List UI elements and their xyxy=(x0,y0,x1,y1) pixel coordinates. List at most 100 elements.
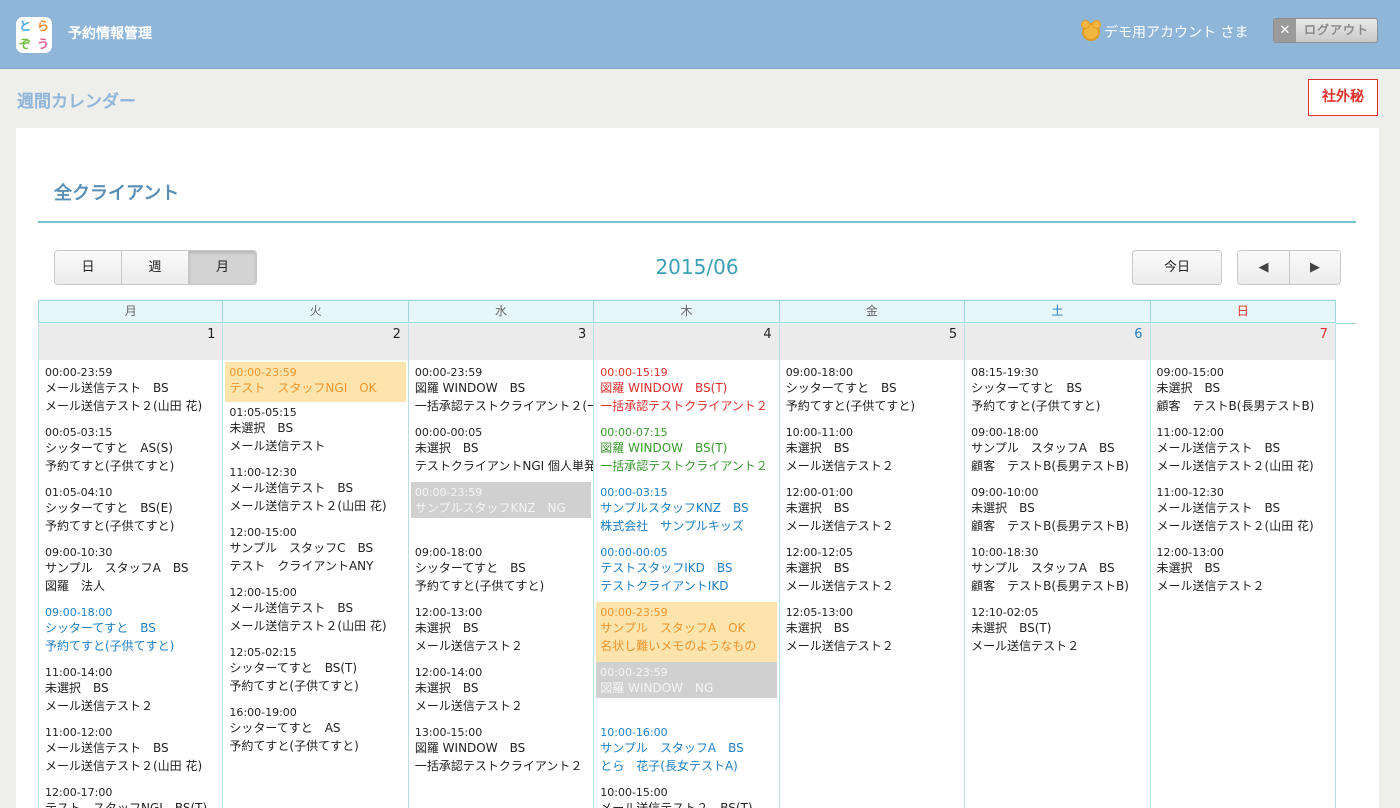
calendar-event[interactable]: 12:00-15:00 メール送信テスト BS メール送信テスト２(山田 花) xyxy=(223,582,407,642)
event-staff: シッターてすと BS(E) xyxy=(45,501,173,515)
calendar-event[interactable]: 10:00-15:00 メール送信テスト２ BS(T) xyxy=(594,782,778,808)
event-staff: 未選択 BS xyxy=(414,621,479,635)
view-week-button[interactable]: 週 xyxy=(122,251,189,284)
calendar-event[interactable]: 00:00-23:59 図羅 WINDOW NG xyxy=(596,662,777,698)
calendar-event[interactable]: 13:00-15:00 図羅 WINDOW BS 一括承認テストクライアント２ xyxy=(409,722,593,782)
calendar-event[interactable]: 00:00-23:59 図羅 WINDOW BS 一括承認テストクライアント２(一 xyxy=(409,362,593,422)
event-client: 予約てすと(子供てすと) xyxy=(229,738,359,753)
prev-month-button[interactable]: ◀ xyxy=(1238,251,1289,284)
event-client: メール送信テスト２(山田 花) xyxy=(1156,518,1314,533)
calendar-event[interactable]: 10:00-18:30 サンプル スタッフA BS 顧客 テストB(長男テストB) xyxy=(965,542,1149,602)
event-time: 11:00-12:30 xyxy=(229,466,297,479)
logo-icon[interactable]: と ら ぞ う xyxy=(16,17,52,53)
day-cell[interactable]: 6 08:15-19:30 シッターてすと BS 予約てすと(子供てすと) 09:00-… xyxy=(965,324,1151,808)
event-staff: テスト スタッフNGI OK xyxy=(229,381,377,395)
calendar-event[interactable]: 11:00-12:30 メール送信テスト BS メール送信テスト２(山田 花) xyxy=(223,462,407,522)
divider xyxy=(1336,323,1356,324)
calendar-event[interactable]: 10:00-11:00 未選択 BS メール送信テスト２ xyxy=(780,422,964,482)
event-list: 00:00-23:59 メール送信テスト BS メール送信テスト２(山田 花) 00:… xyxy=(39,360,222,808)
weekday-label: 金 xyxy=(780,301,966,322)
event-client: メール送信テスト２ xyxy=(45,698,154,713)
calendar-event[interactable]: 12:00-12:05 未選択 BS メール送信テスト２ xyxy=(780,542,964,602)
calendar-event[interactable]: 00:00-23:59 サンプル スタッフA OK 名状し難いメモのようなもの xyxy=(596,602,777,662)
calendar-event[interactable]: 00:00-03:15 サンプルスタッフKNZ BS 株式会社 サンプルキッズ xyxy=(594,482,778,542)
event-list: 09:00-15:00 未選択 BS 顧客 テストB(長男テストB) 11:00-12… xyxy=(1151,360,1335,602)
calendar-event[interactable]: 09:00-18:00 サンプル スタッフA BS 顧客 テストB(長男テストB) xyxy=(965,422,1149,482)
calendar-event[interactable]: 12:00-13:00 未選択 BS メール送信テスト２ xyxy=(409,602,593,662)
event-time: 13:00-15:00 xyxy=(414,726,483,739)
day-cell[interactable]: 4 00:00-15:19 図羅 WINDOW BS(T) 一括承認テストクライアント… xyxy=(594,324,780,808)
day-cell[interactable]: 5 09:00-18:00 シッターてすと BS 予約てすと(子供てすと) 10:00-… xyxy=(779,324,966,808)
today-button[interactable]: 今日 xyxy=(1132,250,1222,285)
event-staff: 図羅 WINDOW NG xyxy=(600,681,714,695)
event-staff: メール送信テスト BS xyxy=(1156,501,1281,515)
calendar-event[interactable]: 12:00-13:00 未選択 BS メール送信テスト２ xyxy=(1151,542,1335,602)
calendar-event[interactable]: 09:00-15:00 未選択 BS 顧客 テストB(長男テストB) xyxy=(1151,362,1335,422)
event-time: 12:00-13:00 xyxy=(1156,546,1224,559)
view-month-button[interactable]: 月 xyxy=(189,251,256,284)
logo-char: と xyxy=(18,19,31,33)
app-title: 予約情報管理 xyxy=(68,26,152,42)
day-cell[interactable]: 3 00:00-23:59 図羅 WINDOW BS 一括承認テストクライアント２(一… xyxy=(408,324,595,808)
calendar-event[interactable]: 12:05-02:15 シッターてすと BS(T) 予約てすと(子供てすと) xyxy=(223,642,407,702)
event-staff: メール送信テスト BS xyxy=(229,601,354,615)
event-time: 00:00-23:59 xyxy=(414,366,483,379)
calendar-event[interactable]: 00:05-03:15 シッターてすと AS(S) 予約てすと(子供てすと) xyxy=(39,422,222,482)
page-title: 週間カレンダー xyxy=(17,92,136,112)
event-time: 09:00-15:00 xyxy=(1156,366,1224,379)
calendar-event[interactable]: 00:00-07:15 図羅 WINDOW BS(T) 一括承認テストクライアント２ xyxy=(594,422,778,482)
day-cell[interactable]: 1 00:00-23:59 メール送信テスト BS メール送信テスト２(山田 花) 00… xyxy=(38,324,224,808)
divider xyxy=(38,221,1356,223)
event-time: 12:00-14:00 xyxy=(414,666,483,679)
calendar-event[interactable]: 11:00-12:00 メール送信テスト BS メール送信テスト２(山田 花) xyxy=(1151,422,1335,482)
next-month-button[interactable]: ▶ xyxy=(1289,251,1340,284)
view-day-button[interactable]: 日 xyxy=(55,251,122,284)
event-time: 12:10-02:05 xyxy=(971,606,1039,619)
calendar-event[interactable]: 00:00-00:05 テストスタッフIKD BS テストクライアントIKD xyxy=(594,542,778,602)
month-nav: ◀ ▶ xyxy=(1237,250,1341,285)
event-time: 12:00-17:00 xyxy=(45,786,113,799)
calendar-event[interactable]: 12:00-14:00 未選択 BS メール送信テスト２ xyxy=(409,662,593,722)
logout-label: ログアウト xyxy=(1303,23,1369,37)
calendar-event[interactable]: 00:00-23:59 メール送信テスト BS メール送信テスト２(山田 花) xyxy=(39,362,222,422)
calendar-event[interactable]: 00:00-15:19 図羅 WINDOW BS(T) 一括承認テストクライアント２ xyxy=(594,362,778,422)
calendar-event[interactable]: 01:05-04:10 シッターてすと BS(E) 予約てすと(子供てすと) xyxy=(39,482,222,542)
calendar-event[interactable]: 09:00-18:00 シッターてすと BS 予約てすと(子供てすと) xyxy=(409,542,593,602)
calendar-event[interactable]: 11:00-12:30 メール送信テスト BS メール送信テスト２(山田 花) xyxy=(1151,482,1335,542)
calendar-event[interactable]: 12:00-17:00 テスト スタッフNGI BS(T) xyxy=(39,782,222,808)
event-staff: シッターてすと AS xyxy=(229,721,341,735)
calendar-event[interactable]: 10:00-16:00 サンプル スタッフA BS とら 花子(長女テストA) xyxy=(594,722,778,782)
calendar-event[interactable]: 01:05-05:15 未選択 BS メール送信テスト xyxy=(223,402,407,462)
day-columns: 1 00:00-23:59 メール送信テスト BS メール送信テスト２(山田 花) 00… xyxy=(38,324,1336,808)
calendar-event[interactable]: 09:00-18:00 シッターてすと BS 予約てすと(子供てすと) xyxy=(780,362,964,422)
event-client: テストクライアントIKD xyxy=(600,578,729,593)
calendar-event[interactable]: 08:15-19:30 シッターてすと BS 予約てすと(子供てすと) xyxy=(965,362,1149,422)
calendar-event[interactable]: 11:00-12:00 メール送信テスト BS メール送信テスト２(山田 花) xyxy=(39,722,222,782)
close-icon: ✕ xyxy=(1274,19,1296,42)
event-client: 顧客 テストB(長男テストB) xyxy=(971,458,1129,473)
calendar-event[interactable]: 12:05-13:00 未選択 BS メール送信テスト２ xyxy=(780,602,964,662)
calendar-event[interactable]: 00:00-00:05 未選択 BS テストクライアントNGI 個人単発 xyxy=(409,422,593,482)
calendar-event[interactable]: 12:00-01:00 未選択 BS メール送信テスト２ xyxy=(780,482,964,542)
day-cell[interactable]: 2 00:00-23:59 テスト スタッフNGI OK 01:05-05:15 未選択… xyxy=(223,324,409,808)
calendar-event[interactable]: 00:00-23:59 テスト スタッフNGI OK xyxy=(225,362,406,402)
day-number: 4 xyxy=(594,324,779,360)
event-staff: メール送信テスト２ BS(T) xyxy=(600,801,753,808)
calendar-event[interactable]: 12:10-02:05 未選択 BS(T) メール送信テスト２ xyxy=(965,602,1149,662)
calendar-event[interactable]: 12:00-15:00 サンプル スタッフC BS テスト クライアントANY xyxy=(223,522,407,582)
calendar-event[interactable]: 16:00-19:00 シッターてすと AS 予約てすと(子供てすと) xyxy=(223,702,407,762)
event-staff: 未選択 BS xyxy=(1156,381,1221,395)
calendar-event[interactable]: 11:00-14:00 未選択 BS メール送信テスト２ xyxy=(39,662,222,722)
day-number: 7 xyxy=(1150,324,1335,360)
calendar-event[interactable]: 09:00-10:30 サンプル スタッフA BS 図羅 法人 xyxy=(39,542,222,602)
event-staff: メール送信テスト BS xyxy=(45,381,169,395)
event-time: 12:00-15:00 xyxy=(229,526,297,539)
event-spacer xyxy=(594,698,778,722)
calendar-event[interactable]: 09:00-10:00 未選択 BS 顧客 テストB(長男テストB) xyxy=(965,482,1149,542)
day-cell[interactable]: 7 09:00-15:00 未選択 BS 顧客 テストB(長男テストB) 11:00-1… xyxy=(1150,324,1336,808)
calendar-event[interactable]: 09:00-18:00 シッターてすと BS 予約てすと(子供てすと) xyxy=(39,602,222,662)
event-staff: メール送信テスト BS xyxy=(1156,441,1281,455)
logout-button[interactable]: ✕ ログアウト xyxy=(1273,18,1378,43)
calendar-event[interactable]: 00:00-23:59 サンプルスタッフKNZ NG xyxy=(410,482,592,518)
event-list: 00:00-23:59 図羅 WINDOW BS 一括承認テストクライアント２(一 0… xyxy=(409,360,593,782)
